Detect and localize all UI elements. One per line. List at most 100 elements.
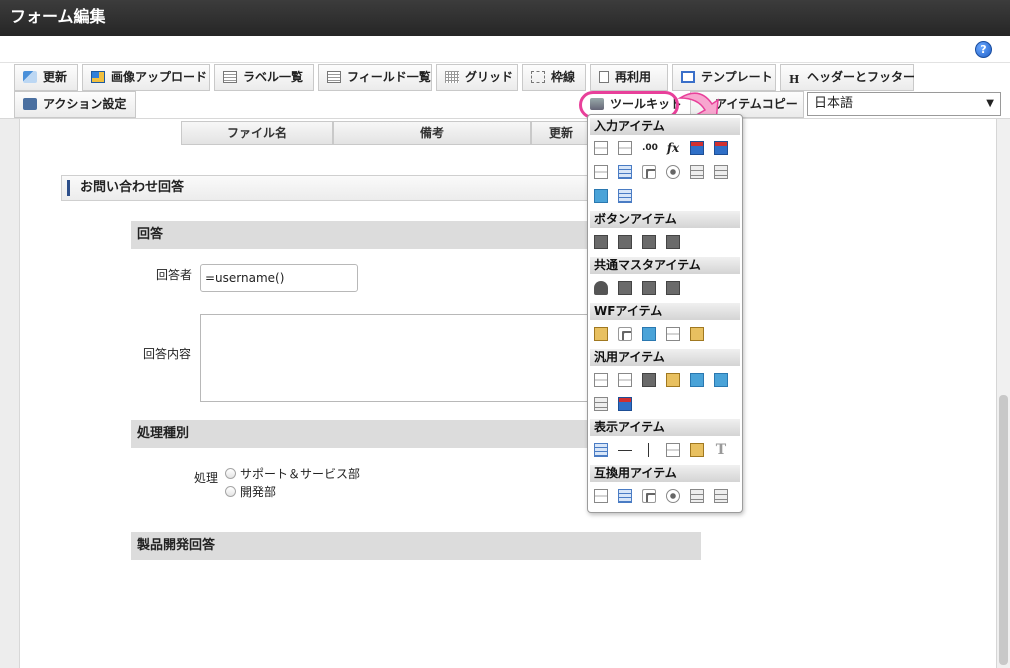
calendar-icon[interactable]: [714, 141, 728, 155]
building-icon[interactable]: [618, 281, 632, 295]
combo-box-icon[interactable]: [594, 489, 608, 503]
list-box-icon[interactable]: [618, 165, 632, 179]
form-canvas: ファイル名 備考 更新 お問い合わせ回答 回答 回答者 =username() …: [0, 118, 1010, 668]
popup-group-master: 共通マスタアイテム: [590, 257, 740, 274]
wf-items-group: [594, 327, 742, 351]
combo-box-icon[interactable]: [594, 165, 608, 179]
sidebar-icon[interactable]: [594, 397, 608, 411]
language-select[interactable]: 日本語 ▼: [807, 92, 1001, 116]
label-box-icon[interactable]: [594, 443, 608, 457]
user-icon[interactable]: [594, 281, 608, 295]
attachment-icon[interactable]: [618, 327, 632, 341]
answer-section-header: 回答: [131, 221, 596, 249]
processing-label: 処理: [194, 471, 219, 485]
window-titlebar: フォーム編集: [0, 0, 1010, 36]
radio-option-development[interactable]: 開発部: [225, 483, 276, 500]
submit-button-icon[interactable]: [594, 235, 608, 249]
image-icon: [91, 71, 105, 83]
checkbox-icon[interactable]: [642, 165, 656, 179]
organization-icon[interactable]: [666, 281, 680, 295]
text-field-icon[interactable]: [594, 141, 608, 155]
popup-group-wf: WFアイテム: [590, 303, 740, 320]
button-items-group: [594, 235, 742, 259]
field-list-button[interactable]: フィールド一覧: [318, 64, 432, 91]
popup-group-general: 汎用アイテム: [590, 349, 740, 366]
answer-content-textarea[interactable]: [200, 314, 596, 402]
calendar-icon[interactable]: [690, 141, 704, 155]
compat-items-group: [594, 489, 742, 512]
radio-icon[interactable]: [666, 489, 680, 503]
image-upload-button[interactable]: 画像アップロード: [82, 64, 210, 91]
text-icon[interactable]: T: [714, 443, 728, 457]
select-list-icon[interactable]: [690, 489, 704, 503]
checkbox-icon[interactable]: [642, 489, 656, 503]
select-list-icon[interactable]: [714, 489, 728, 503]
radio-button[interactable]: [225, 486, 236, 497]
action-icon: [23, 98, 37, 110]
organization-icon[interactable]: [642, 281, 656, 295]
label-list-button[interactable]: ラベル一覧: [214, 64, 314, 91]
scrollbar-thumb[interactable]: [999, 395, 1008, 665]
file-table-header: ファイル名 備考 更新: [181, 121, 591, 145]
respondent-input[interactable]: =username(): [200, 264, 358, 292]
camera-icon[interactable]: [642, 373, 656, 387]
upload-icon[interactable]: [594, 189, 608, 203]
popup-group-button: ボタンアイテム: [590, 211, 740, 228]
general-items-group: [594, 373, 742, 421]
action-settings-button[interactable]: アクション設定: [14, 91, 136, 118]
window-title: フォーム編集: [10, 7, 106, 26]
vertical-scrollbar[interactable]: [996, 119, 1010, 668]
arrow-left-back-icon[interactable]: [666, 235, 680, 249]
popup-group-input: 入力アイテム: [590, 118, 740, 135]
radio-icon[interactable]: [666, 165, 680, 179]
list-icon: [327, 71, 341, 83]
list-box-icon[interactable]: [618, 489, 632, 503]
separator-icon[interactable]: [594, 373, 608, 387]
stamp-icon[interactable]: [690, 327, 704, 341]
radio-option-support[interactable]: サポート＆サービス部: [225, 465, 360, 482]
respondent-label: 回答者: [156, 268, 193, 282]
key-icon[interactable]: [666, 373, 680, 387]
update-icon: [23, 71, 37, 83]
grid-icon: [445, 71, 459, 83]
grid-button[interactable]: グリッド: [436, 64, 518, 91]
column-header-updated: 更新: [531, 121, 591, 145]
toolkit-popup: 入力アイテム .00 fx ボタンアイテム 共通マスタアイテム WFアイテム 汎…: [587, 114, 743, 513]
table-icon[interactable]: [618, 189, 632, 203]
image-icon[interactable]: [642, 327, 656, 341]
display-items-group: T: [594, 443, 742, 467]
column-header-filename: ファイル名: [181, 121, 333, 145]
update-button[interactable]: 更新: [14, 64, 78, 91]
popup-group-display: 表示アイテム: [590, 419, 740, 436]
radio-button[interactable]: [225, 468, 236, 479]
clipboard-icon[interactable]: [594, 327, 608, 341]
top-strip: ?: [0, 36, 1010, 63]
blank-box-icon[interactable]: [666, 443, 680, 457]
vertical-line-icon[interactable]: [648, 443, 649, 457]
header-footer-button[interactable]: H ヘッダーとフッター: [780, 64, 915, 91]
document-icon: [599, 71, 609, 83]
frame-line-button[interactable]: 枠線: [522, 64, 586, 91]
processing-section-header: 処理種別: [131, 420, 596, 448]
header-icon: H: [789, 73, 800, 86]
arrow-right-icon[interactable]: [618, 235, 632, 249]
arrow-left-icon[interactable]: [642, 235, 656, 249]
decimal-icon[interactable]: .00: [642, 141, 658, 155]
horizontal-line-icon[interactable]: [618, 450, 632, 451]
left-margin: [0, 119, 20, 668]
image-box-icon[interactable]: [690, 443, 704, 457]
download-file-icon[interactable]: [714, 373, 728, 387]
popup-group-compat: 互換用アイテム: [590, 465, 740, 482]
text-field-icon[interactable]: [618, 141, 632, 155]
answer-content-label: 回答内容: [143, 347, 192, 361]
help-icon[interactable]: ?: [975, 41, 992, 58]
document-icon[interactable]: [618, 373, 632, 387]
history-icon[interactable]: [666, 327, 680, 341]
picture-icon[interactable]: [618, 397, 632, 411]
reuse-button[interactable]: 再利用: [590, 64, 668, 91]
select-list-icon[interactable]: [690, 165, 704, 179]
list-icon: [223, 71, 237, 83]
formula-icon[interactable]: fx: [666, 141, 680, 155]
upload-file-icon[interactable]: [690, 373, 704, 387]
select-list-icon[interactable]: [714, 165, 728, 179]
